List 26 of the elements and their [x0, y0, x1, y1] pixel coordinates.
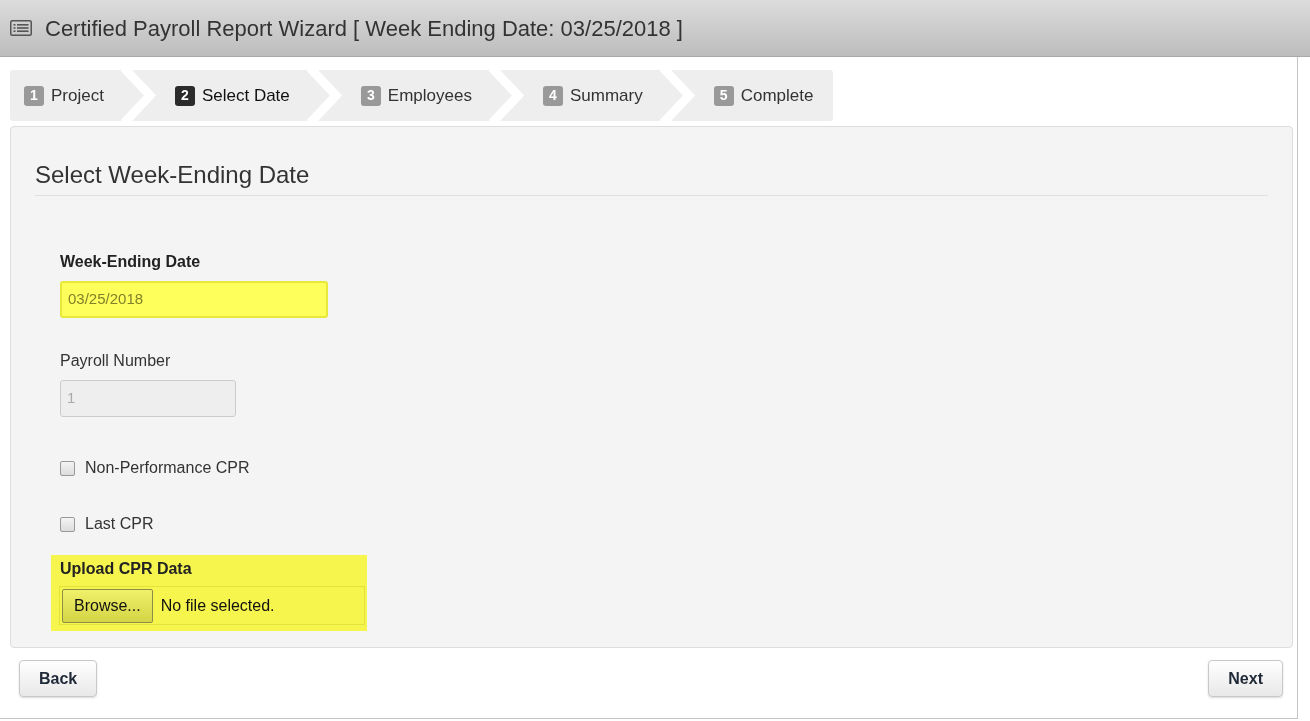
step-number: 5 — [713, 85, 734, 106]
wizard-step-tab[interactable]: 5 Complete — [699, 70, 834, 121]
step-number: 1 — [24, 85, 44, 106]
upload-label: Upload CPR Data — [60, 559, 192, 579]
list-icon — [10, 20, 32, 36]
checkbox-label: Last CPR — [85, 514, 154, 534]
browse-button[interactable]: Browse... — [62, 588, 153, 623]
wizard-step-tab[interactable]: 2 Select Date — [160, 70, 301, 121]
wizard-step-tab[interactable]: 1 Project — [10, 70, 115, 121]
wizard-step-tab[interactable]: 4 Summary — [528, 70, 654, 121]
file-status-text: No file selected. — [160, 595, 275, 616]
date-field[interactable]: 03/25/2018 — [60, 281, 328, 318]
wizard-step-tab[interactable]: 3 Employees — [346, 70, 483, 121]
step-number: 4 — [542, 85, 563, 106]
step-number: 3 — [360, 85, 381, 106]
checkbox[interactable] — [60, 460, 75, 476]
checkbox-label: Non-Performance CPR — [85, 458, 250, 478]
field-label: Payroll Number — [60, 351, 171, 371]
next-button[interactable]: Next — [1208, 660, 1283, 697]
back-button[interactable]: Back — [19, 660, 98, 697]
window-title: Certified Payroll Report Wizard [ Week Ending Date: 03/25/2018 ] — [45, 14, 683, 43]
step-number: 2 — [174, 85, 195, 106]
field-label: Week-Ending Date — [60, 252, 201, 272]
section-heading: Select Week-Ending Date — [35, 161, 1268, 196]
file-input-field[interactable]: Browse... No file selected. — [59, 586, 365, 625]
checkbox[interactable] — [60, 516, 75, 532]
